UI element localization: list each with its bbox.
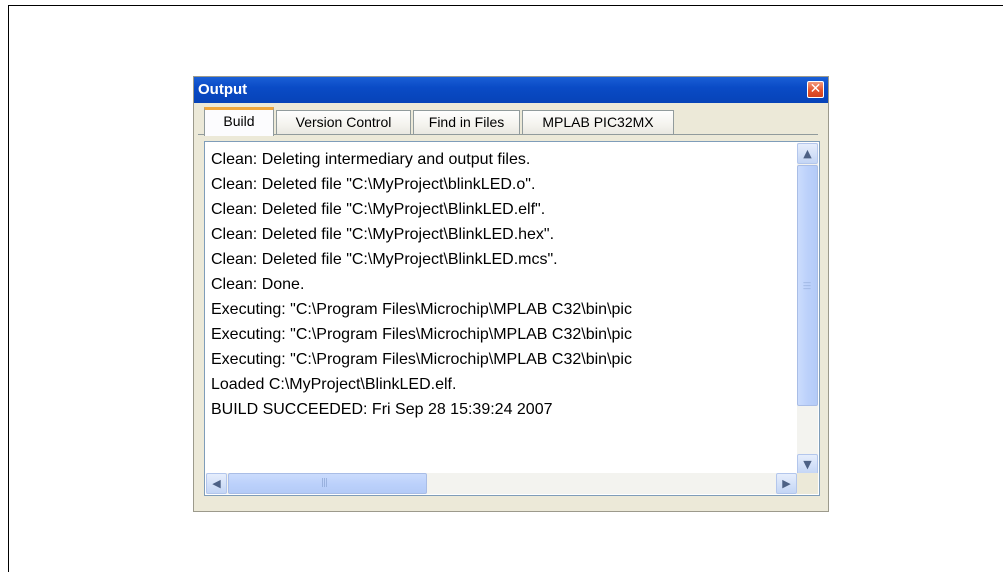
horizontal-scrollbar[interactable]: ◀ ||| ▶ xyxy=(206,473,797,494)
scroll-down-button[interactable]: ▼ xyxy=(797,454,818,475)
tab-mplab-pic32mx[interactable]: MPLAB PIC32MX xyxy=(522,110,674,134)
log-line: Executing: "C:\Program Files\Microchip\M… xyxy=(211,326,632,343)
log-line: Clean: Deleted file "C:\MyProject\BlinkL… xyxy=(211,251,558,268)
chevron-left-icon: ◀ xyxy=(212,477,221,490)
build-log[interactable]: Clean: Deleting intermediary and output … xyxy=(211,147,789,462)
log-line: Clean: Deleted file "C:\MyProject\blinkL… xyxy=(211,176,536,193)
scroll-up-button[interactable]: ▲ xyxy=(797,143,818,164)
log-line: Executing: "C:\Program Files\Microchip\M… xyxy=(211,351,632,368)
tab-divider xyxy=(198,134,818,135)
tab-build[interactable]: Build xyxy=(204,107,274,136)
log-line: Clean: Deleted file "C:\MyProject\BlinkL… xyxy=(211,201,546,218)
log-line: BUILD SUCCEEDED: Fri Sep 28 15:39:24 200… xyxy=(211,401,553,418)
scroll-right-button[interactable]: ▶ xyxy=(776,473,797,494)
chevron-right-icon: ▶ xyxy=(782,477,791,490)
vertical-scrollbar[interactable]: ▲ — — — ▼ xyxy=(797,143,818,475)
vertical-scroll-thumb[interactable]: — — — xyxy=(797,165,818,406)
close-button[interactable]: ✕ xyxy=(807,81,824,98)
log-line: Loaded C:\MyProject\BlinkLED.elf. xyxy=(211,376,457,393)
window-title: Output xyxy=(198,81,248,98)
grip-icon: — — — xyxy=(803,278,811,293)
log-line: Clean: Deleting intermediary and output … xyxy=(211,151,531,168)
grip-icon: ||| xyxy=(321,478,328,488)
title-bar[interactable]: Output ✕ xyxy=(194,77,828,103)
scrollbar-corner xyxy=(797,473,818,494)
scroll-left-button[interactable]: ◀ xyxy=(206,473,227,494)
horizontal-scroll-thumb[interactable]: ||| xyxy=(228,473,427,494)
tab-strip: Build Version Control Find in Files MPLA… xyxy=(198,107,818,136)
output-window: Output ✕ Build Version Control Find in F… xyxy=(193,76,829,512)
log-line: Clean: Deleted file "C:\MyProject\BlinkL… xyxy=(211,226,555,243)
chevron-down-icon: ▼ xyxy=(803,458,812,471)
close-icon: ✕ xyxy=(809,81,822,97)
log-line: Clean: Done. xyxy=(211,276,305,293)
tab-version-control[interactable]: Version Control xyxy=(276,110,411,134)
log-line: Executing: "C:\Program Files\Microchip\M… xyxy=(211,301,632,318)
build-output-panel[interactable]: Clean: Deleting intermediary and output … xyxy=(204,141,820,496)
chevron-up-icon: ▲ xyxy=(803,147,812,160)
tab-find-in-files[interactable]: Find in Files xyxy=(413,110,520,134)
